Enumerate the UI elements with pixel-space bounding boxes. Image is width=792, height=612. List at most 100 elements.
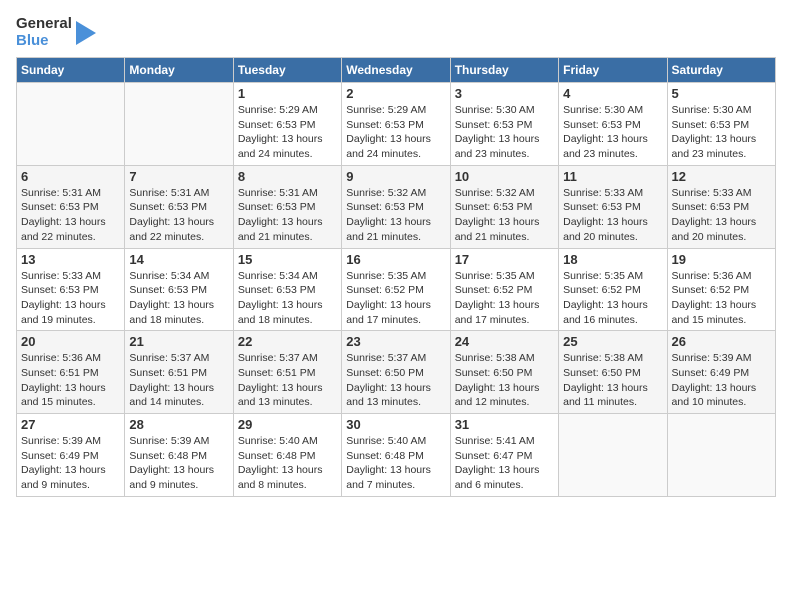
day-info: Sunrise: 5:38 AMSunset: 6:50 PMDaylight:… — [455, 351, 554, 410]
day-number: 30 — [346, 417, 445, 432]
week-row-1: 1 Sunrise: 5:29 AMSunset: 6:53 PMDaylight… — [17, 83, 776, 166]
day-info: Sunrise: 5:32 AMSunset: 6:53 PMDaylight:… — [346, 186, 445, 245]
day-number: 12 — [672, 169, 771, 184]
calendar-cell: 9 Sunrise: 5:32 AMSunset: 6:53 PMDaylight… — [342, 165, 450, 248]
logo-general: General — [16, 16, 72, 33]
day-info: Sunrise: 5:31 AMSunset: 6:53 PMDaylight:… — [21, 186, 120, 245]
calendar-cell: 21 Sunrise: 5:37 AMSunset: 6:51 PMDayligh… — [125, 331, 233, 414]
day-info: Sunrise: 5:29 AMSunset: 6:53 PMDaylight:… — [238, 103, 337, 162]
day-number: 14 — [129, 252, 228, 267]
weekday-header-row: SundayMondayTuesdayWednesdayThursdayFrid… — [17, 58, 776, 83]
day-number: 21 — [129, 334, 228, 349]
day-number: 4 — [563, 86, 662, 101]
weekday-monday: Monday — [125, 58, 233, 83]
day-info: Sunrise: 5:33 AMSunset: 6:53 PMDaylight:… — [563, 186, 662, 245]
calendar-cell: 26 Sunrise: 5:39 AMSunset: 6:49 PMDayligh… — [667, 331, 775, 414]
calendar-cell: 25Sunrise: 5:38 AMSunset: 6:50 PMDayligh… — [559, 331, 667, 414]
day-info: Sunrise: 5:40 AMSunset: 6:48 PMDaylight:… — [346, 434, 445, 493]
logo-arrow-icon — [76, 21, 96, 45]
logo-text: General Blue — [16, 16, 72, 49]
day-number: 2 — [346, 86, 445, 101]
day-number: 28 — [129, 417, 228, 432]
weekday-friday: Friday — [559, 58, 667, 83]
day-info: Sunrise: 5:30 AMSunset: 6:53 PMDaylight:… — [672, 103, 771, 162]
day-info: Sunrise: 5:35 AMSunset: 6:52 PMDaylight:… — [563, 269, 662, 328]
day-info: Sunrise: 5:29 AMSunset: 6:53 PMDaylight:… — [346, 103, 445, 162]
calendar-cell: 24Sunrise: 5:38 AMSunset: 6:50 PMDayligh… — [450, 331, 558, 414]
calendar-cell — [667, 414, 775, 497]
day-info: Sunrise: 5:37 AMSunset: 6:51 PMDaylight:… — [129, 351, 228, 410]
day-number: 23 — [346, 334, 445, 349]
day-info: Sunrise: 5:37 AMSunset: 6:50 PMDaylight:… — [346, 351, 445, 410]
calendar-cell: 1 Sunrise: 5:29 AMSunset: 6:53 PMDaylight… — [233, 83, 341, 166]
calendar-cell: 29Sunrise: 5:40 AMSunset: 6:48 PMDayligh… — [233, 414, 341, 497]
day-info: Sunrise: 5:32 AMSunset: 6:53 PMDaylight:… — [455, 186, 554, 245]
day-number: 22 — [238, 334, 337, 349]
calendar-cell — [559, 414, 667, 497]
day-info: Sunrise: 5:39 AMSunset: 6:49 PMDaylight:… — [672, 351, 771, 410]
day-info: Sunrise: 5:33 AMSunset: 6:53 PMDaylight:… — [672, 186, 771, 245]
calendar-cell: 13Sunrise: 5:33 AMSunset: 6:53 PMDayligh… — [17, 248, 125, 331]
calendar-cell: 28 Sunrise: 5:39 AMSunset: 6:48 PMDayligh… — [125, 414, 233, 497]
day-number: 7 — [129, 169, 228, 184]
weekday-tuesday: Tuesday — [233, 58, 341, 83]
calendar-cell: 5 Sunrise: 5:30 AMSunset: 6:53 PMDaylight… — [667, 83, 775, 166]
day-number: 17 — [455, 252, 554, 267]
day-info: Sunrise: 5:34 AMSunset: 6:53 PMDaylight:… — [129, 269, 228, 328]
calendar-cell: 4 Sunrise: 5:30 AMSunset: 6:53 PMDaylight… — [559, 83, 667, 166]
calendar-cell: 2 Sunrise: 5:29 AMSunset: 6:53 PMDaylight… — [342, 83, 450, 166]
day-number: 5 — [672, 86, 771, 101]
day-number: 10 — [455, 169, 554, 184]
day-info: Sunrise: 5:31 AMSunset: 6:53 PMDaylight:… — [129, 186, 228, 245]
day-info: Sunrise: 5:39 AMSunset: 6:49 PMDaylight:… — [21, 434, 120, 493]
day-number: 1 — [238, 86, 337, 101]
day-info: Sunrise: 5:36 AMSunset: 6:52 PMDaylight:… — [672, 269, 771, 328]
day-info: Sunrise: 5:30 AMSunset: 6:53 PMDaylight:… — [563, 103, 662, 162]
day-number: 31 — [455, 417, 554, 432]
calendar-cell — [125, 83, 233, 166]
day-number: 11 — [563, 169, 662, 184]
calendar-cell: 18 Sunrise: 5:35 AMSunset: 6:52 PMDayligh… — [559, 248, 667, 331]
calendar-cell: 11 Sunrise: 5:33 AMSunset: 6:53 PMDayligh… — [559, 165, 667, 248]
week-row-4: 20 Sunrise: 5:36 AMSunset: 6:51 PMDayligh… — [17, 331, 776, 414]
calendar-cell: 30 Sunrise: 5:40 AMSunset: 6:48 PMDayligh… — [342, 414, 450, 497]
logo-blue: Blue — [16, 33, 72, 50]
day-number: 15 — [238, 252, 337, 267]
week-row-5: 27 Sunrise: 5:39 AMSunset: 6:49 PMDayligh… — [17, 414, 776, 497]
calendar-cell: 16 Sunrise: 5:35 AMSunset: 6:52 PMDayligh… — [342, 248, 450, 331]
day-info: Sunrise: 5:35 AMSunset: 6:52 PMDaylight:… — [346, 269, 445, 328]
calendar-cell: 19 Sunrise: 5:36 AMSunset: 6:52 PMDayligh… — [667, 248, 775, 331]
day-number: 8 — [238, 169, 337, 184]
day-info: Sunrise: 5:33 AMSunset: 6:53 PMDaylight:… — [21, 269, 120, 328]
day-info: Sunrise: 5:30 AMSunset: 6:53 PMDaylight:… — [455, 103, 554, 162]
day-number: 25 — [563, 334, 662, 349]
day-info: Sunrise: 5:39 AMSunset: 6:48 PMDaylight:… — [129, 434, 228, 493]
weekday-saturday: Saturday — [667, 58, 775, 83]
week-row-3: 13Sunrise: 5:33 AMSunset: 6:53 PMDayligh… — [17, 248, 776, 331]
day-number: 3 — [455, 86, 554, 101]
day-number: 18 — [563, 252, 662, 267]
calendar-cell: 20 Sunrise: 5:36 AMSunset: 6:51 PMDayligh… — [17, 331, 125, 414]
day-info: Sunrise: 5:37 AMSunset: 6:51 PMDaylight:… — [238, 351, 337, 410]
day-number: 9 — [346, 169, 445, 184]
calendar-cell: 10 Sunrise: 5:32 AMSunset: 6:53 PMDayligh… — [450, 165, 558, 248]
day-number: 16 — [346, 252, 445, 267]
day-info: Sunrise: 5:36 AMSunset: 6:51 PMDaylight:… — [21, 351, 120, 410]
calendar-cell: 23 Sunrise: 5:37 AMSunset: 6:50 PMDayligh… — [342, 331, 450, 414]
weekday-wednesday: Wednesday — [342, 58, 450, 83]
day-number: 19 — [672, 252, 771, 267]
calendar-cell: 27 Sunrise: 5:39 AMSunset: 6:49 PMDayligh… — [17, 414, 125, 497]
calendar-cell: 7 Sunrise: 5:31 AMSunset: 6:53 PMDaylight… — [125, 165, 233, 248]
day-number: 27 — [21, 417, 120, 432]
day-number: 26 — [672, 334, 771, 349]
day-info: Sunrise: 5:35 AMSunset: 6:52 PMDaylight:… — [455, 269, 554, 328]
calendar-cell: 12 Sunrise: 5:33 AMSunset: 6:53 PMDayligh… — [667, 165, 775, 248]
weekday-sunday: Sunday — [17, 58, 125, 83]
day-info: Sunrise: 5:31 AMSunset: 6:53 PMDaylight:… — [238, 186, 337, 245]
calendar: SundayMondayTuesdayWednesdayThursdayFrid… — [16, 57, 776, 497]
day-number: 20 — [21, 334, 120, 349]
day-number: 6 — [21, 169, 120, 184]
day-info: Sunrise: 5:34 AMSunset: 6:53 PMDaylight:… — [238, 269, 337, 328]
calendar-cell — [17, 83, 125, 166]
calendar-cell: 17 Sunrise: 5:35 AMSunset: 6:52 PMDayligh… — [450, 248, 558, 331]
